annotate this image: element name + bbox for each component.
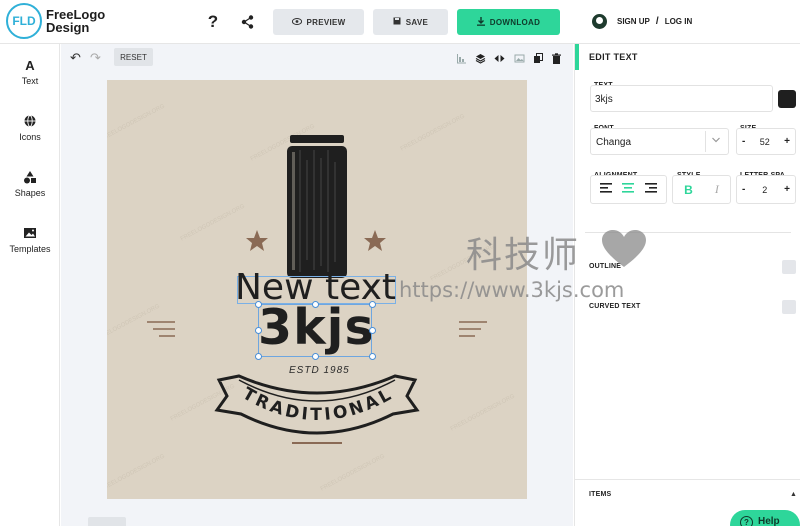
sidebar-item-label: Templates: [9, 244, 51, 254]
image-icon: [23, 226, 37, 240]
help-question-icon[interactable]: ?: [203, 12, 223, 32]
font-select-value: Changa: [596, 137, 632, 148]
size-stepper: - 52 +: [736, 128, 796, 155]
side-lines-right: [459, 321, 487, 337]
font-select[interactable]: Changa: [590, 128, 729, 155]
auth-links: SIGN UP / LOG IN: [592, 14, 692, 29]
login-link[interactable]: LOG IN: [665, 17, 693, 26]
overlay-site-name: 科技师: [466, 235, 581, 276]
share-icon[interactable]: [237, 12, 257, 32]
text-input[interactable]: 3kjs: [590, 85, 773, 112]
chevron-down-icon: [711, 136, 721, 147]
resize-handle[interactable]: [369, 353, 376, 360]
bottom-tab[interactable]: [88, 517, 126, 526]
preview-button[interactable]: PREVIEW: [273, 9, 364, 35]
bold-toggle[interactable]: B: [684, 183, 693, 197]
heart-icon: [600, 229, 648, 274]
resize-handle[interactable]: [369, 327, 376, 334]
left-sidebar: A Text Icons Shapes Templates: [0, 44, 60, 526]
signup-link[interactable]: SIGN UP: [617, 17, 650, 26]
resize-handle[interactable]: [255, 353, 262, 360]
auth-separator: /: [655, 16, 659, 27]
items-label: ITEMS: [589, 491, 612, 498]
trash-icon[interactable]: [551, 51, 562, 64]
letter-spacing-increase-button[interactable]: +: [784, 184, 790, 195]
redo-icon[interactable]: ↷: [90, 50, 101, 66]
sidebar-item-text[interactable]: A Text: [0, 58, 60, 86]
logo-line2: Design: [46, 20, 90, 35]
sidebar-item-label: Shapes: [14, 188, 46, 198]
star-right: [364, 230, 386, 251]
download-button[interactable]: DOWNLOAD: [457, 9, 560, 35]
size-increase-button[interactable]: +: [784, 136, 790, 147]
curved-text-label: CURVED TEXT: [589, 303, 641, 310]
align-center-icon[interactable]: [622, 183, 635, 196]
letter-spacing-decrease-button[interactable]: -: [742, 184, 745, 195]
panel-title: EDIT TEXT: [575, 44, 800, 70]
flip-horizontal-icon[interactable]: [494, 51, 505, 62]
overlay-site-url: https://www.3kjs.com: [399, 278, 625, 302]
selection-box: [258, 304, 372, 357]
resize-handle[interactable]: [312, 301, 319, 308]
layers-icon[interactable]: [475, 51, 486, 64]
download-icon: [476, 16, 485, 28]
ribbon-banner: TRADITIONAL: [214, 374, 420, 435]
italic-toggle[interactable]: I: [715, 182, 719, 197]
sidebar-item-templates[interactable]: Templates: [0, 226, 60, 254]
logo-text: FreeLogo Design: [46, 8, 105, 34]
style-group: B I: [672, 175, 731, 204]
can-graphic: [287, 135, 347, 278]
letter-spacing-value[interactable]: 2: [762, 185, 767, 195]
resize-handle[interactable]: [255, 301, 262, 308]
shapes-icon: [23, 170, 37, 184]
size-decrease-button[interactable]: -: [742, 136, 745, 147]
resize-handle[interactable]: [369, 301, 376, 308]
eye-icon: [291, 17, 302, 27]
canvas-toolbar: ↶ ↷ RESET: [61, 44, 573, 70]
logo[interactable]: FLD FreeLogo Design: [6, 3, 105, 39]
size-value[interactable]: 52: [760, 137, 770, 147]
curved-text-toggle[interactable]: [782, 300, 796, 314]
duplicate-icon[interactable]: [533, 51, 544, 63]
outline-toggle[interactable]: [782, 260, 796, 274]
align-right-icon[interactable]: [644, 183, 657, 196]
download-label: DOWNLOAD: [489, 17, 541, 27]
help-label: Help: [758, 516, 780, 526]
image-replace-icon[interactable]: [514, 51, 525, 63]
chevron-up-icon: ▲: [790, 491, 797, 498]
text-icon: A: [23, 58, 37, 73]
items-section[interactable]: ITEMS ▲: [575, 479, 800, 509]
align-left-icon[interactable]: [600, 183, 613, 196]
floppy-icon: [393, 17, 401, 27]
undo-icon[interactable]: ↶: [70, 50, 81, 66]
select-divider: [705, 131, 706, 152]
align-bottom-icon[interactable]: [456, 51, 467, 64]
sidebar-item-label: Text: [21, 76, 39, 86]
globe-icon: [23, 114, 37, 128]
sidebar-item-shapes[interactable]: Shapes: [0, 170, 60, 198]
alignment-group: [590, 175, 667, 204]
letter-spacing-stepper: - 2 +: [736, 175, 796, 204]
save-label: SAVE: [405, 17, 429, 27]
sidebar-item-label: Icons: [19, 132, 41, 142]
bottom-divider-line: [292, 442, 342, 444]
help-button[interactable]: ? Help: [730, 510, 800, 526]
reset-button[interactable]: RESET: [114, 48, 153, 66]
star-left: [246, 230, 268, 251]
text-color-swatch[interactable]: [778, 90, 796, 108]
svg-text:A: A: [25, 58, 35, 72]
avatar[interactable]: [592, 14, 607, 29]
logo-badge: FLD: [6, 3, 42, 39]
side-lines-left: [147, 321, 175, 337]
resize-handle[interactable]: [312, 353, 319, 360]
sidebar-item-icons[interactable]: Icons: [0, 114, 60, 142]
top-bar: FLD FreeLogo Design ? PREVIEW SAVE DOWNL…: [0, 0, 800, 44]
resize-handle[interactable]: [255, 327, 262, 334]
help-question-icon: ?: [740, 516, 753, 526]
estd-text-element[interactable]: ESTD 1985: [289, 365, 350, 376]
save-button[interactable]: SAVE: [373, 9, 448, 35]
preview-label: PREVIEW: [306, 17, 346, 27]
